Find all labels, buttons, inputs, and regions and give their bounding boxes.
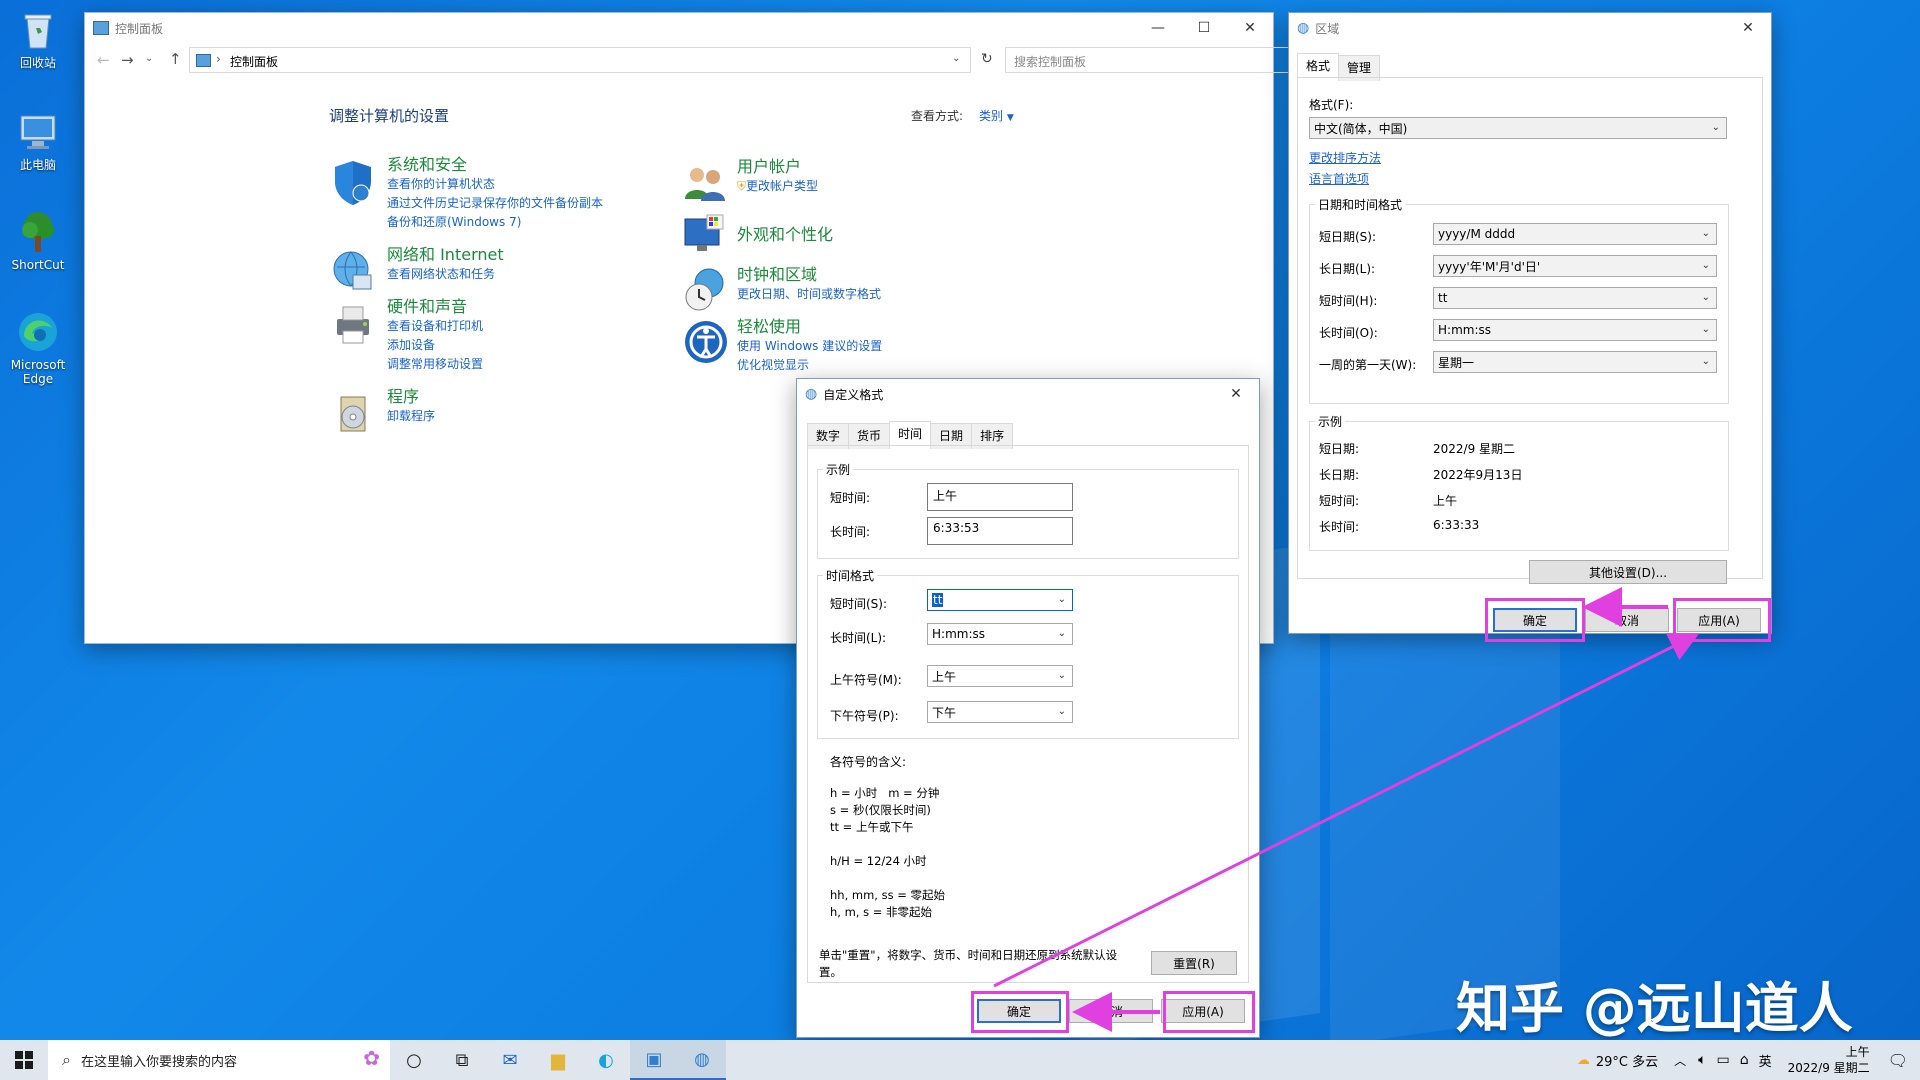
start-button[interactable] [0, 1040, 48, 1080]
weather-widget[interactable]: ☁ 29°C 多云 [1577, 1051, 1658, 1070]
search-icon: ⌕ [62, 1050, 71, 1069]
annotation-arrows [993, 587, 1700, 1032]
task-view-button[interactable]: ⧉ [438, 1040, 486, 1080]
windows-logo-icon [15, 1051, 33, 1069]
chevron-up-icon[interactable]: ︿ [1674, 1052, 1686, 1069]
battery-icon[interactable]: ▭ [1717, 1052, 1730, 1068]
network-icon[interactable]: ⌂ [1740, 1052, 1749, 1068]
taskbar: ⌕ 在这里输入你要搜索的内容 ✿ ○ ⧉ ✉ ▆ ◐ ▣ ◍ ☁ 29°C 多云… [0, 1040, 1920, 1080]
mail-icon: ✉ [502, 1049, 518, 1071]
clock-time: 上午 [1845, 1045, 1870, 1059]
watermark: 知乎 @远山道人 [1456, 977, 1853, 1040]
cortana-icon: ○ [406, 1049, 422, 1071]
notification-icon[interactable]: 🗨︎ [1888, 1051, 1908, 1070]
taskbar-search-box[interactable]: ⌕ 在这里输入你要搜索的内容 ✿ [48, 1040, 390, 1080]
control-panel-taskbar-button[interactable]: ▣ [630, 1040, 678, 1080]
globe-icon: ◍ [694, 1048, 710, 1070]
task-view-icon: ⧉ [455, 1049, 469, 1071]
clock-date: 2022/9 星期二 [1787, 1061, 1870, 1075]
taskbar-search-placeholder: 在这里输入你要搜索的内容 [80, 1054, 237, 1070]
search-highlights-icon: ✿ [363, 1046, 380, 1070]
control-panel-icon: ▣ [645, 1048, 663, 1070]
region-taskbar-button[interactable]: ◍ [678, 1040, 726, 1080]
cloudy-weather-icon: ☁ [1576, 1052, 1590, 1068]
weather-text: 29°C 多云 [1595, 1054, 1659, 1070]
ime-indicator[interactable]: 英 [1759, 1051, 1772, 1070]
clock[interactable]: 上午 2022/9 星期二 [1788, 1044, 1870, 1076]
folder-icon: ▆ [551, 1049, 565, 1071]
edge-button[interactable]: ◐ [582, 1040, 630, 1080]
mail-button[interactable]: ✉ [486, 1040, 534, 1080]
cortana-button[interactable]: ○ [390, 1040, 438, 1080]
volume-icon[interactable]: 🔈︎ [1698, 1052, 1706, 1068]
edge-icon: ◐ [598, 1049, 614, 1071]
file-explorer-button[interactable]: ▆ [534, 1040, 582, 1080]
